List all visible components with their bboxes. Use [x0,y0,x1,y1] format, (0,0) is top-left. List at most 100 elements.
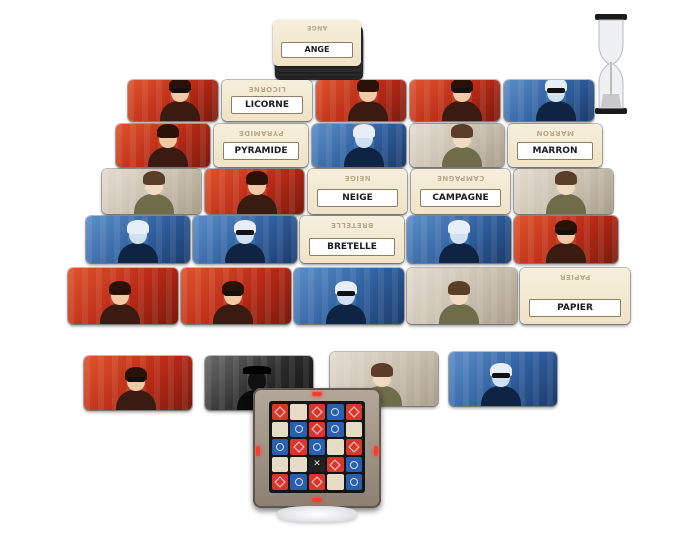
word-card[interactable]: MARRON MARRON [508,124,602,167]
reserve-agent-card-red[interactable] [84,356,192,410]
key-cell-red [345,439,362,455]
agent-card-beige[interactable] [410,124,504,167]
word-card[interactable]: PAPIER PAPIER [520,268,630,324]
key-cell-red [327,456,344,473]
agent-card-blue[interactable] [86,216,190,263]
key-cell-assassin [308,456,326,473]
agent-hair [448,220,470,234]
hourglass-icon [595,14,627,114]
agent-card-blue[interactable] [504,80,594,121]
agent-card-blue[interactable] [193,216,297,263]
agent-card-beige[interactable] [407,268,517,324]
agent-shoulders [118,243,158,263]
key-cell-blue [327,421,344,438]
agent-shoulders [536,101,576,121]
word-card-deck[interactable]: ANGE ANGE [273,20,367,80]
agent-shoulders [481,386,521,406]
key-cell-red [308,421,326,438]
agent-card-blue[interactable] [294,268,404,324]
agent-card-beige[interactable] [514,169,613,214]
word-card[interactable]: BRETELLE BRETELLE [300,216,404,263]
agent-card-red[interactable] [316,80,406,121]
word-card-mirror-text: BRETELLE [330,221,374,229]
agent-card-red[interactable] [116,124,210,167]
word-card[interactable]: LICORNE LICORNE [222,80,312,121]
sand-timer[interactable] [594,14,630,118]
agent-shoulders [348,101,388,121]
sunglasses-icon [127,377,145,382]
agent-shoulders [439,243,479,263]
word-card-mirror-text: LICORNE [248,85,286,93]
reserve-agent-card-blue[interactable] [449,352,557,406]
agent-portrait [98,278,142,324]
word-card[interactable]: PYRAMIDE PYRAMIDE [214,124,308,167]
agent-card-red[interactable] [128,80,218,121]
key-cell-blue [308,439,326,455]
key-cell-neutral [345,421,362,438]
agent-hair [109,281,131,295]
agent-portrait [437,278,481,324]
key-cell-blue [327,404,344,420]
agent-card-blue[interactable] [312,124,406,167]
agent-shoulders [439,304,479,324]
agent-card-red[interactable] [205,169,304,214]
sunglasses-icon [236,230,254,235]
agent-hair [246,171,268,185]
sunglasses-icon [492,373,510,378]
deck-top-card[interactable]: ANGE ANGE [273,20,361,66]
agent-portrait [223,217,267,263]
agent-shoulders [326,304,366,324]
word-card[interactable]: NEIGE NEIGE [308,169,407,214]
agent-shoulders [442,101,482,121]
led-bottom [312,498,322,502]
sunglasses-icon [453,88,471,93]
game-table: ANGE ANGE LICORNE LICORNE PYRAMIDE PYRAMIDE… [0,0,700,539]
word-card-text: NEIGE [317,189,398,207]
agent-portrait [235,169,279,214]
agent-portrait [342,124,386,167]
agent-card-red[interactable] [514,216,618,263]
agent-hair [357,80,379,92]
agent-shoulders [148,147,188,167]
agent-hair [127,220,149,234]
sunglasses-icon [224,291,242,296]
led-top [312,392,322,396]
agent-card-red[interactable] [410,80,500,121]
agent-portrait [544,169,588,214]
key-cell-red [345,404,362,420]
word-card-text: PYRAMIDE [223,142,299,160]
word-card-mirror-text: CAMPAGNE [436,174,485,182]
sunglasses-icon [171,88,189,93]
word-card-text: BRETELLE [309,238,395,256]
key-cell-blue [290,421,307,438]
agent-shoulders [116,390,156,410]
key-card-stand[interactable] [253,388,381,528]
agent-portrait [534,80,578,121]
agent-shoulders [442,147,482,167]
agent-portrait [440,124,484,167]
word-card[interactable]: CAMPAGNE CAMPAGNE [411,169,510,214]
agent-portrait [437,217,481,263]
agent-portrait [114,364,158,410]
agent-portrait [132,169,176,214]
key-cell-neutral [327,439,344,455]
agent-portrait [146,124,190,167]
agent-hair [157,124,179,138]
word-card-mirror-text: PAPIER [559,273,591,281]
agent-card-blue[interactable] [407,216,511,263]
key-cell-neutral [290,404,307,420]
agent-hair [243,366,271,374]
agent-portrait [544,217,588,263]
key-cell-neutral [272,421,289,438]
key-cell-blue [290,474,307,490]
word-card-text: LICORNE [231,96,303,114]
agent-shoulders [160,101,200,121]
word-card-mirror-text: MARRON [536,129,574,137]
agent-shoulders [344,147,384,167]
agent-card-red[interactable] [68,268,178,324]
agent-hair [555,171,577,185]
agent-shoulders [213,304,253,324]
agent-portrait [440,80,484,121]
agent-card-beige[interactable] [102,169,201,214]
agent-card-red[interactable] [181,268,291,324]
